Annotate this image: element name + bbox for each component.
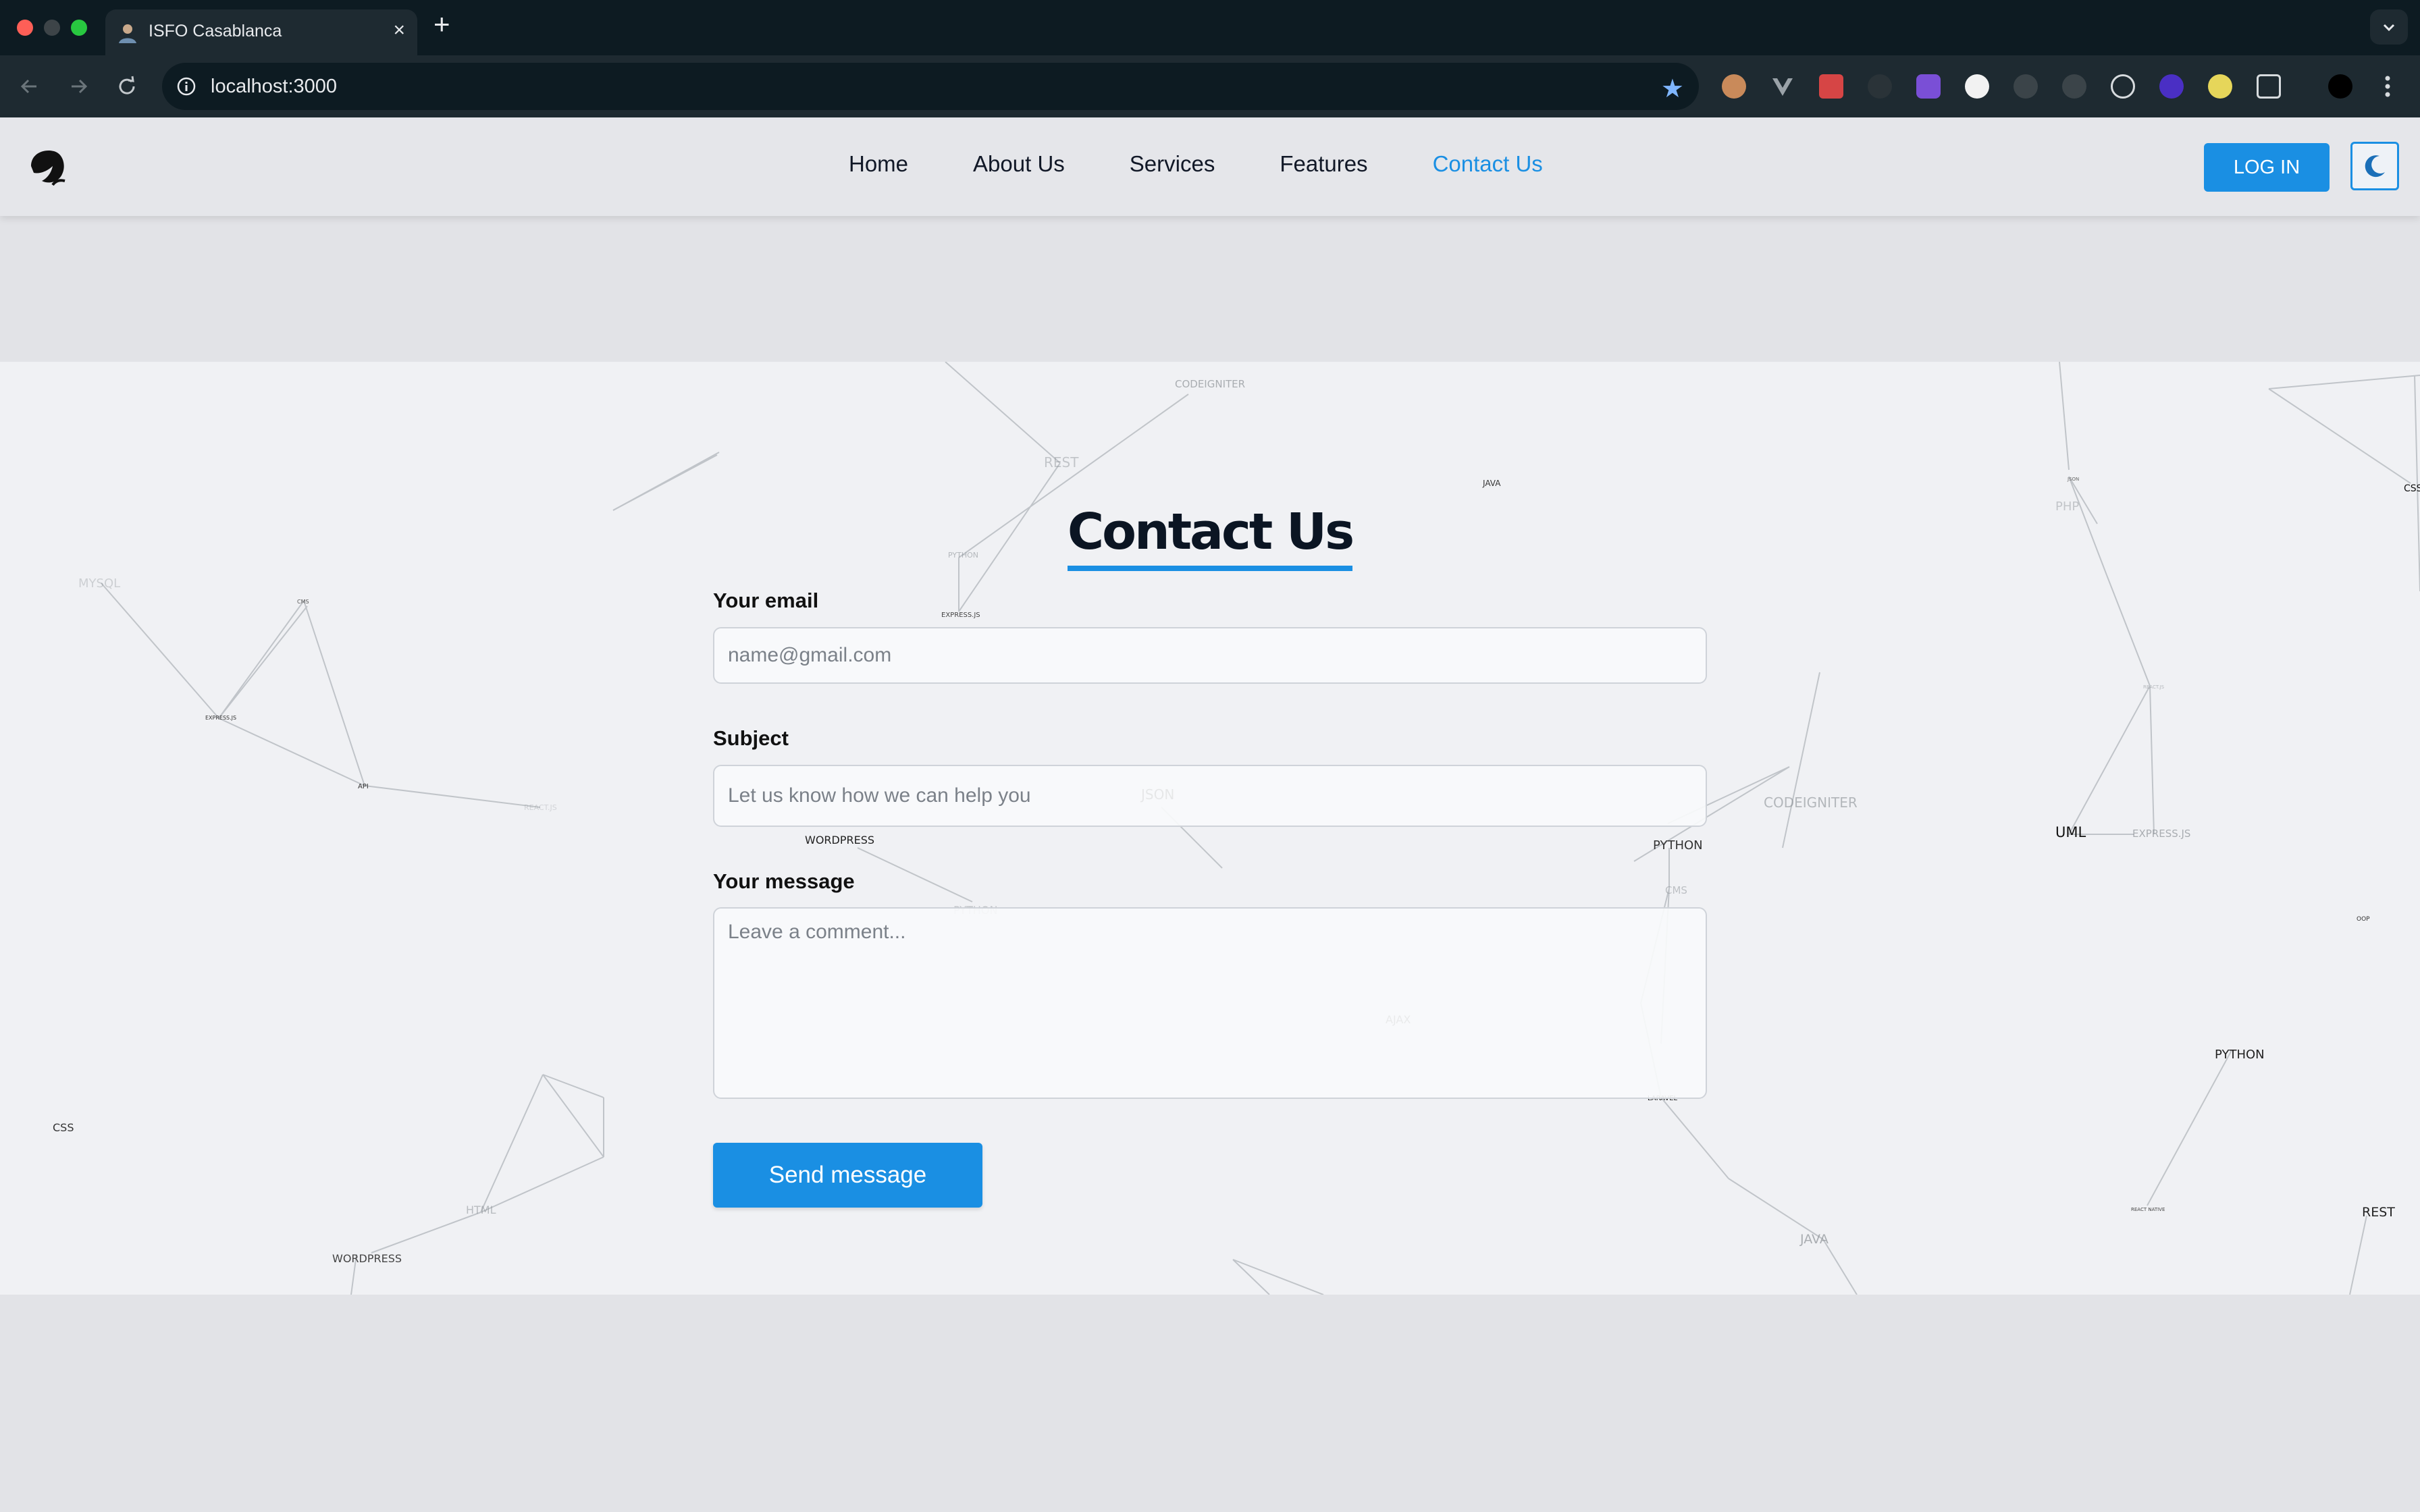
svg-text:EXPRESS.JS: EXPRESS.JS	[2132, 828, 2190, 840]
forward-arrow-icon[interactable]	[65, 73, 92, 100]
minimize-window-button[interactable]	[44, 20, 60, 36]
extension-owl-icon[interactable]	[1722, 74, 1746, 99]
back-arrow-icon[interactable]	[16, 73, 43, 100]
nav-home[interactable]: Home	[849, 151, 908, 177]
extension-purple-icon[interactable]	[1916, 74, 1941, 99]
svg-text:REACT.JS: REACT.JS	[524, 803, 557, 812]
svg-text:JAVA: JAVA	[1482, 479, 1501, 488]
contact-heading: Contact Us	[0, 502, 2420, 571]
svg-text:REACT.JS: REACT.JS	[2143, 684, 2165, 690]
nav-features[interactable]: Features	[1280, 151, 1367, 177]
maximize-window-button[interactable]	[71, 20, 87, 36]
browser-tab-bar: ISFO Casablanca × +	[0, 0, 2420, 55]
svg-text:CODEIGNITER: CODEIGNITER	[1764, 794, 1858, 811]
subject-label: Subject	[713, 726, 789, 750]
extension-bug-icon[interactable]	[2014, 74, 2038, 99]
extension-duck-icon[interactable]	[2208, 74, 2232, 99]
contact-section: CODEIGNITER REST JAVA PYTHON EXPRESS.JS …	[0, 362, 2420, 1295]
login-button[interactable]: LOG IN	[2204, 143, 2330, 192]
theme-toggle-button[interactable]	[2350, 142, 2399, 190]
svg-text:EXPRESS.JS: EXPRESS.JS	[941, 612, 980, 619]
site-info-icon[interactable]	[176, 76, 197, 97]
tab-search-button[interactable]	[2370, 9, 2408, 45]
svg-text:EXPRESS.JS: EXPRESS.JS	[205, 715, 236, 721]
nav-contact-us[interactable]: Contact Us	[1433, 151, 1543, 177]
svg-text:WORDPRESS: WORDPRESS	[805, 834, 874, 846]
svg-text:OOP: OOP	[2357, 916, 2370, 923]
svg-text:CSS: CSS	[53, 1121, 74, 1134]
browser-tab[interactable]: ISFO Casablanca ×	[105, 9, 417, 55]
profile-avatar[interactable]	[2328, 74, 2352, 99]
browser-toolbar: localhost:3000 ★ 8	[0, 55, 2420, 159]
page-title: Contact Us	[1067, 502, 1354, 571]
extension-panda-icon[interactable]	[1868, 74, 1892, 99]
extension-recycle-icon[interactable]	[2062, 74, 2086, 99]
site-header: Home About Us Services Features Contact …	[0, 117, 2420, 216]
main-nav: Home About Us Services Features Contact …	[849, 151, 1543, 177]
favicon-icon	[119, 24, 136, 43]
message-label: Your message	[713, 869, 855, 893]
url-text: localhost:3000	[211, 76, 338, 97]
kebab-menu-icon[interactable]	[2381, 74, 2394, 99]
nav-services[interactable]: Services	[1130, 151, 1215, 177]
leaf-logo-icon[interactable]	[27, 146, 69, 188]
email-field[interactable]	[713, 627, 1707, 684]
close-window-button[interactable]	[17, 20, 33, 36]
chevron-down-icon	[2383, 24, 2395, 32]
extension-vue-icon[interactable]	[1770, 74, 1795, 99]
svg-text:CMS: CMS	[297, 599, 309, 605]
svg-text:HTML: HTML	[466, 1204, 496, 1216]
extensions-puzzle-icon[interactable]	[2257, 74, 2281, 99]
tab-title: ISFO Casablanca	[149, 22, 282, 40]
email-label: Your email	[713, 589, 819, 612]
close-tab-icon[interactable]: ×	[393, 19, 405, 42]
extension-hex-icon[interactable]	[2159, 74, 2184, 99]
moon-icon	[2365, 155, 2385, 178]
svg-text:API: API	[358, 783, 369, 790]
svg-text:JAVA: JAVA	[1799, 1232, 1829, 1247]
svg-text:PYTHON: PYTHON	[1653, 838, 1703, 853]
nav-about-us[interactable]: About Us	[973, 151, 1065, 177]
svg-text:UML: UML	[2055, 824, 2086, 840]
svg-text:REACT NATIVE: REACT NATIVE	[2131, 1207, 2165, 1212]
message-textarea[interactable]	[713, 907, 1707, 1099]
svg-text:CSS: CSS	[2404, 483, 2420, 494]
svg-text:WORDPRESS: WORDPRESS	[332, 1252, 402, 1265]
svg-text:MYSQL: MYSQL	[78, 576, 120, 591]
bookmark-star-icon[interactable]: ★	[1661, 74, 1684, 103]
send-message-button[interactable]: Send message	[713, 1143, 982, 1208]
svg-text:REST: REST	[2362, 1205, 2395, 1220]
svg-text:CODEIGNITER: CODEIGNITER	[1175, 378, 1245, 390]
extension-red-icon[interactable]	[1819, 74, 1843, 99]
subject-field[interactable]	[713, 765, 1707, 827]
svg-text:PYTHON: PYTHON	[2215, 1048, 2265, 1062]
svg-text:REST: REST	[1044, 454, 1079, 470]
new-tab-button[interactable]: +	[433, 8, 450, 40]
extension-target-icon[interactable]	[2111, 74, 2135, 99]
svg-text:CMS: CMS	[1665, 884, 1687, 896]
extension-white-icon[interactable]	[1965, 74, 1989, 99]
svg-text:JSON: JSON	[2067, 477, 2079, 482]
address-bar[interactable]: localhost:3000 ★	[162, 63, 1699, 110]
reload-icon[interactable]	[113, 73, 140, 100]
